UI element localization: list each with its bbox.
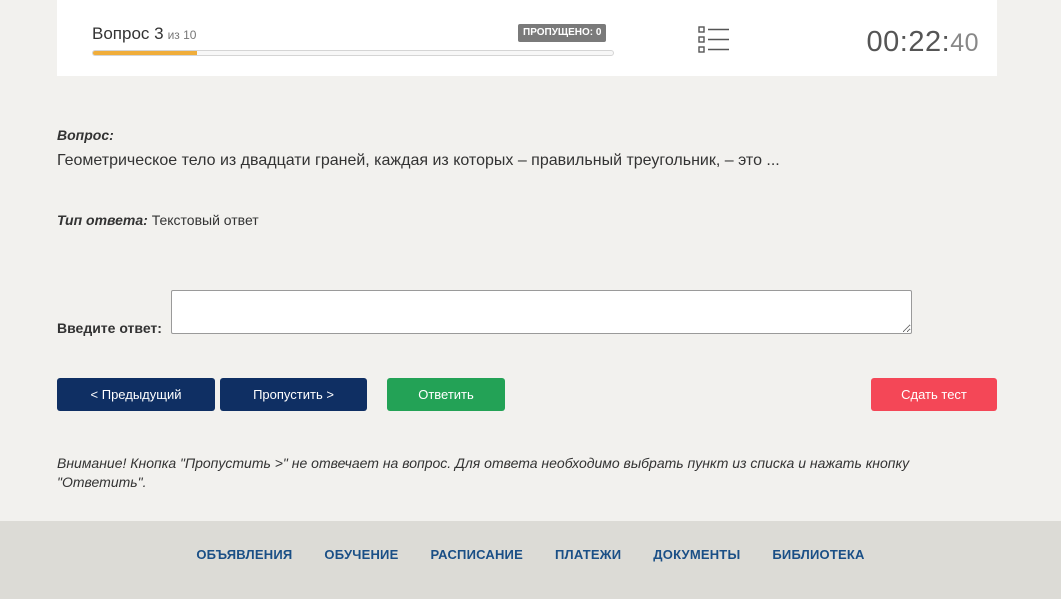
footer: ОБЪЯВЛЕНИЯ ОБУЧЕНИЕ РАСПИСАНИЕ ПЛАТЕЖИ Д… <box>0 521 1061 599</box>
skip-button[interactable]: Пропустить > <box>220 378 367 411</box>
answer-type-row: Тип ответа: Текстовый ответ <box>57 212 259 228</box>
skipped-badge: ПРОПУЩЕНО: 0 <box>518 24 607 42</box>
footer-link-documents[interactable]: ДОКУМЕНТЫ <box>653 547 740 562</box>
footer-link-education[interactable]: ОБУЧЕНИЕ <box>324 547 398 562</box>
footer-link-schedule[interactable]: РАСПИСАНИЕ <box>430 547 523 562</box>
previous-button[interactable]: < Предыдущий <box>57 378 215 411</box>
timer-seconds: 40 <box>950 29 979 57</box>
footer-link-payments[interactable]: ПЛАТЕЖИ <box>555 547 621 562</box>
progress-bar <box>92 50 614 56</box>
footer-nav: ОБЪЯВЛЕНИЯ ОБУЧЕНИЕ РАСПИСАНИЕ ПЛАТЕЖИ Д… <box>0 547 1061 562</box>
timer: 00:22:40 <box>867 26 979 59</box>
answer-type-value: Текстовый ответ <box>151 212 259 228</box>
answer-button[interactable]: Ответить <box>387 378 505 411</box>
timer-main: 00:22: <box>866 26 951 58</box>
question-text: Геометрическое тело из двадцати граней, … <box>57 152 780 169</box>
progress-fill <box>93 51 197 55</box>
test-header: Вопрос 3 из 10 ПРОПУЩЕНО: 0 00:22:40 <box>57 0 997 76</box>
answer-label: Введите ответ: <box>57 320 162 336</box>
answer-input[interactable] <box>171 290 912 334</box>
question-number: Вопрос 3 <box>92 24 164 43</box>
footer-link-announcements[interactable]: ОБЪЯВЛЕНИЯ <box>196 547 292 562</box>
footer-link-library[interactable]: БИБЛИОТЕКА <box>772 547 864 562</box>
list-icon[interactable] <box>698 26 730 54</box>
question-label: Вопрос: <box>57 127 114 143</box>
question-counter: Вопрос 3 из 10 <box>92 24 196 44</box>
notice-text: Внимание! Кнопка "Пропустить >" не отвеч… <box>57 455 910 490</box>
question-total: из 10 <box>167 28 197 42</box>
submit-test-button[interactable]: Сдать тест <box>871 378 997 411</box>
answer-type-label: Тип ответа: <box>57 212 148 228</box>
